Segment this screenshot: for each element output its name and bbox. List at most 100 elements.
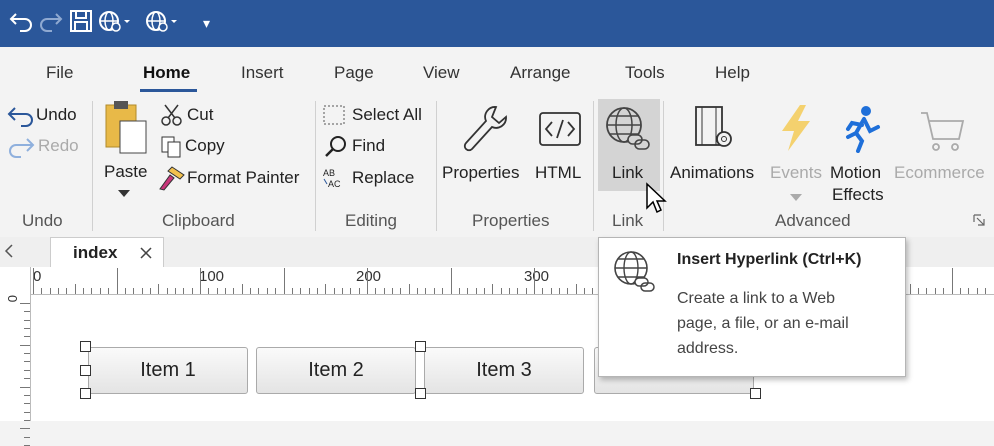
ruler-tick (592, 288, 594, 294)
tab-view[interactable]: View (423, 63, 460, 83)
format-painter-icon (158, 165, 186, 196)
tab-help[interactable]: Help (715, 63, 750, 83)
ruler-tick (943, 288, 945, 294)
ruler-tick (926, 288, 928, 294)
undo-button[interactable]: Undo (6, 103, 88, 129)
tooltip-text-line-2: page, a file, or an e-mail (677, 315, 849, 332)
tab-tools[interactable]: Tools (625, 63, 665, 83)
close-icon[interactable] (139, 246, 153, 265)
menu-item-1[interactable]: Item 1 (88, 347, 248, 394)
ruler-tick (216, 288, 218, 294)
ruler-tick (20, 386, 30, 388)
ruler-tick (74, 284, 76, 294)
ruler-tick (58, 288, 60, 294)
select-all-button[interactable]: Select All (322, 103, 432, 129)
ruler-tick (66, 288, 68, 294)
group-label-advanced: Advanced (775, 211, 851, 230)
ruler-tick (475, 288, 477, 294)
menu-item-2[interactable]: Item 2 (256, 347, 416, 394)
svg-text:AC: AC (328, 179, 341, 189)
globe-link-icon (604, 103, 650, 158)
copy-icon (160, 135, 184, 164)
ruler-tick (316, 288, 318, 294)
ruler-tick (20, 344, 30, 346)
dialog-launcher-icon[interactable] (973, 213, 985, 231)
group-divider (593, 101, 594, 231)
undo-icon[interactable] (8, 8, 34, 42)
cut-button[interactable]: Cut (160, 103, 240, 129)
ruler-tick (308, 288, 310, 294)
ruler-tick (367, 268, 368, 294)
ruler-tick (24, 328, 30, 330)
redo-icon[interactable] (38, 8, 64, 42)
ecommerce-button[interactable]: Ecommerce (893, 99, 992, 183)
redo-button[interactable]: Redo (6, 134, 88, 160)
events-button[interactable]: Events (768, 99, 826, 201)
resize-handle[interactable] (415, 341, 426, 352)
ruler-tick (91, 288, 93, 294)
html-button[interactable]: HTML (534, 99, 590, 183)
find-button[interactable]: Find (322, 134, 402, 160)
ruler-tick (241, 284, 243, 294)
ruler-tick (41, 288, 43, 294)
customize-icon[interactable]: ▾ (203, 8, 210, 38)
ribbon-tabs: File Home Insert Page View Arrange Tools… (0, 47, 994, 95)
resize-handle[interactable] (80, 388, 91, 399)
tab-file[interactable]: File (46, 63, 73, 83)
ruler-tick (275, 288, 277, 294)
group-divider (92, 101, 93, 231)
ruler-tick (984, 288, 986, 294)
replace-button[interactable]: AB AC Replace (322, 165, 432, 191)
ruler-tick (968, 288, 970, 294)
ruler-tick (24, 436, 30, 438)
ruler-tick (417, 288, 419, 294)
globe-preview-icon[interactable] (97, 8, 131, 42)
ruler-tick (400, 288, 402, 294)
tab-home[interactable]: Home (143, 63, 190, 83)
ribbon: Undo Redo Undo Paste Cut Copy Format Pai… (0, 95, 994, 238)
ruler-tick (83, 288, 85, 294)
ruler-tick (133, 288, 135, 294)
link-button[interactable]: Link (598, 99, 660, 191)
ruler-tick (517, 288, 519, 294)
paste-dropdown-icon[interactable] (118, 185, 130, 203)
ruler-tick (291, 288, 293, 294)
save-icon[interactable] (68, 8, 94, 42)
ruler-tick (166, 288, 168, 294)
animations-button[interactable]: Animations (668, 99, 766, 183)
ruler-tick (392, 288, 394, 294)
resize-handle[interactable] (415, 388, 426, 399)
tooltip-text-line-3: address. (677, 340, 739, 357)
group-divider (436, 101, 437, 231)
document-tab-index[interactable]: index (50, 237, 164, 268)
ruler-tick (20, 303, 30, 304)
tab-arrange[interactable]: Arrange (510, 63, 570, 83)
paste-button[interactable]: Paste (100, 97, 150, 181)
resize-handle[interactable] (80, 341, 91, 352)
ruler-tick (458, 288, 460, 294)
tooltip-title: Insert Hyperlink (Ctrl+K) (677, 251, 862, 268)
ruler-tick (24, 311, 30, 313)
ruler-tick (99, 288, 101, 294)
ruler-tick (483, 288, 485, 294)
ruler-tick (350, 288, 352, 294)
group-label-properties: Properties (472, 211, 550, 230)
ruler-tick (225, 288, 227, 294)
scroll-left-icon[interactable] (4, 244, 14, 263)
globe-publish-icon[interactable] (144, 8, 178, 42)
tooltip-text-line-1: Create a link to a Web (677, 290, 836, 307)
copy-button[interactable]: Copy (160, 134, 250, 160)
ruler-tick (233, 288, 235, 294)
format-painter-button[interactable]: Format Painter (158, 165, 308, 191)
redo-icon (6, 136, 36, 163)
tab-insert[interactable]: Insert (241, 63, 284, 83)
ruler-tick (24, 336, 30, 338)
ruler-tick (959, 288, 961, 294)
menu-item-3[interactable]: Item 3 (424, 347, 584, 394)
ruler-tick (559, 288, 561, 294)
resize-handle[interactable] (750, 388, 761, 399)
motion-effects-button[interactable]: Motion Effects (828, 99, 892, 204)
properties-button[interactable]: Properties (442, 99, 532, 183)
resize-handle[interactable] (80, 365, 91, 376)
tab-page[interactable]: Page (334, 63, 374, 83)
